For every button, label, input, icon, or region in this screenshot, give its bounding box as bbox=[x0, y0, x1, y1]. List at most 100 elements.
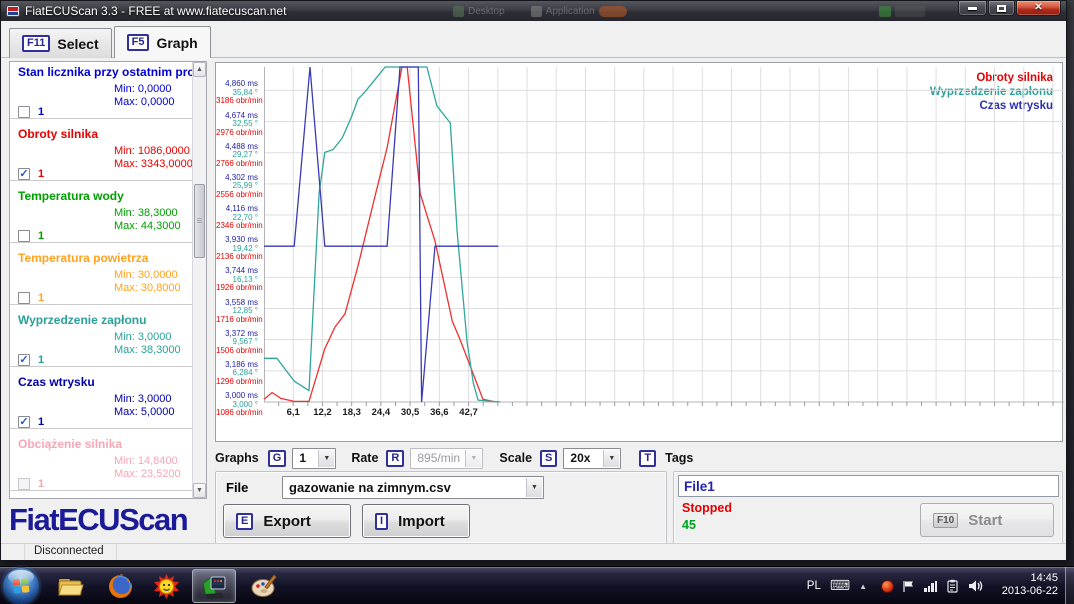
keyboard-layout-icon[interactable]: ⌨ bbox=[830, 578, 850, 594]
y-tick-label-obrmin: 2136 obr/min bbox=[216, 253, 258, 262]
y-axis-tick-group: 3,930 ms19,42 °2136 obr/min bbox=[216, 236, 258, 262]
y-axis-tick-group: 4,674 ms32,55 °2976 obr/min bbox=[216, 112, 258, 138]
y-tick-label-obrmin: 2556 obr/min bbox=[216, 191, 258, 200]
start-button-orb[interactable] bbox=[3, 568, 39, 604]
language-indicator[interactable]: PL bbox=[807, 580, 821, 592]
rate-select[interactable]: 895/min▼ bbox=[410, 448, 483, 469]
graph-controls: Graphs G 1▼ Rate R 895/min▼ Scale S 20x▼… bbox=[215, 445, 1065, 471]
close-button[interactable]: ✕ bbox=[1016, 1, 1061, 16]
taskbar-item-firefox[interactable] bbox=[98, 569, 142, 603]
start-key-badge: F10 bbox=[933, 513, 958, 528]
rate-label: Rate bbox=[351, 451, 378, 465]
graphs-select[interactable]: 1▼ bbox=[292, 448, 336, 469]
parameter-title: Stan licznika przy ostatnim prc bbox=[18, 65, 194, 79]
import-button[interactable]: I Import bbox=[362, 504, 470, 538]
connection-status: Disconnected bbox=[25, 544, 117, 560]
parameter-min: Min: 0,0000 bbox=[114, 83, 171, 95]
parameter-checkbox[interactable]: ✓ bbox=[18, 354, 30, 366]
parameter-checkbox[interactable] bbox=[18, 292, 30, 304]
volume-icon[interactable] bbox=[968, 579, 984, 593]
scrollbar-thumb[interactable] bbox=[194, 184, 205, 258]
parameter-checkbox[interactable]: ✓ bbox=[18, 416, 30, 428]
parameter-max: Max: 23,5200 bbox=[114, 468, 181, 480]
y-tick-label-obrmin: 2346 obr/min bbox=[216, 222, 258, 231]
parameter-title: Temperatura wody bbox=[18, 189, 124, 203]
window-title: FiatECUScan 3.3 - FREE at www.fiatecusca… bbox=[25, 4, 286, 18]
app-logo: FiatECUScan bbox=[9, 502, 187, 538]
tab-select[interactable]: F11Select bbox=[9, 28, 112, 58]
parameter-panel: Stan licznika przy ostatnim prc Min: 0,00… bbox=[10, 62, 194, 119]
parameter-panel: Czas wtryskuMin: 3,0000Max: 5,0000✓1 bbox=[10, 372, 194, 429]
action-center-flag-icon[interactable] bbox=[902, 580, 915, 593]
notification-tray-icon[interactable] bbox=[882, 581, 893, 592]
network-signal-icon[interactable] bbox=[924, 581, 937, 592]
tags-label: Tags bbox=[665, 451, 693, 465]
sidebar-scrollbar[interactable]: ▲ ▼ bbox=[192, 62, 206, 498]
background-window-fragment: Desktop Application bbox=[453, 4, 627, 18]
show-desktop-button[interactable] bbox=[1065, 567, 1074, 604]
scale-select[interactable]: 20x▼ bbox=[563, 448, 621, 469]
record-name-input[interactable] bbox=[678, 475, 1059, 497]
y-tick-label-obrmin: 1086 obr/min bbox=[216, 409, 258, 418]
export-button[interactable]: E Export bbox=[223, 504, 351, 538]
graphs-label: Graphs bbox=[215, 451, 259, 465]
y-axis-tick-group: 3,186 ms6,284 °1296 obr/min bbox=[216, 361, 258, 387]
tab-bar: F11SelectF5Graph bbox=[9, 26, 213, 58]
parameter-min: Min: 3,0000 bbox=[114, 393, 171, 405]
scale-key-badge: S bbox=[540, 450, 557, 467]
checkbox-label: 1 bbox=[38, 478, 44, 490]
y-axis-tick-group: 4,860 ms35,84 °3186 obr/min bbox=[216, 80, 258, 106]
parameter-list: Stan licznika przy ostatnim prc Min: 0,00… bbox=[10, 62, 194, 498]
taskbar-item-fiatecuscan[interactable] bbox=[192, 569, 236, 603]
y-axis-tick-group: 4,116 ms22,70 °2346 obr/min bbox=[216, 205, 258, 231]
status-cell-empty bbox=[1, 544, 25, 560]
y-axis-tick-group: 3,372 ms9,567 °1506 obr/min bbox=[216, 330, 258, 356]
parameter-panel: Temperatura wodyMin: 38,3000Max: 44,3000… bbox=[10, 186, 194, 243]
scroll-down-icon[interactable]: ▼ bbox=[193, 483, 206, 498]
maximize-button[interactable] bbox=[988, 1, 1015, 16]
y-axis-labels: 4,860 ms35,84 °3186 obr/min 4,674 ms32,55… bbox=[216, 66, 261, 411]
scroll-up-icon[interactable]: ▲ bbox=[193, 62, 206, 77]
checkbox-label: 1 bbox=[38, 354, 44, 366]
import-key-badge: I bbox=[375, 513, 388, 530]
parameter-panel: Obciążenie silnikaMin: 14,8400Max: 23,52… bbox=[10, 434, 194, 491]
parameter-max: Max: 44,3000 bbox=[114, 220, 181, 232]
clock-time: 14:45 bbox=[1002, 572, 1058, 585]
series-obroty-silnika bbox=[264, 67, 493, 401]
updates-tray-icon[interactable] bbox=[946, 579, 959, 593]
taskbar-item-explorer[interactable] bbox=[48, 569, 92, 603]
export-key-badge: E bbox=[236, 513, 253, 530]
titlebar: FiatECUScan 3.3 - FREE at www.fiatecusca… bbox=[1, 1, 1066, 21]
taskbar-item-paint[interactable] bbox=[242, 569, 286, 603]
file-label: File bbox=[226, 480, 248, 495]
minimize-button[interactable] bbox=[958, 1, 987, 16]
chevron-down-icon: ▼ bbox=[318, 450, 334, 467]
y-axis-tick-group: 3,744 ms16,13 °1926 obr/min bbox=[216, 267, 258, 293]
parameter-max: Max: 5,0000 bbox=[114, 406, 175, 418]
y-axis-tick-group: 4,488 ms29,27 °2766 obr/min bbox=[216, 143, 258, 169]
hidden-icons-chevron-icon[interactable]: ▲ bbox=[859, 582, 867, 591]
parameter-max: Max: 3343,0000 bbox=[114, 158, 193, 170]
parameter-checkbox[interactable]: ✓ bbox=[18, 168, 30, 180]
graphs-key-badge: G bbox=[268, 450, 287, 467]
background-window-fragment-2 bbox=[879, 4, 925, 18]
firefox-icon bbox=[107, 573, 134, 600]
file-select[interactable]: gazowanie na zimnym.csv▼ bbox=[282, 476, 544, 499]
taskbar-item-diagnostic[interactable] bbox=[144, 569, 188, 603]
tab-graph[interactable]: F5Graph bbox=[114, 26, 211, 58]
parameter-min: Min: 3,0000 bbox=[114, 331, 171, 343]
parameter-panel: Obroty silnikaMin: 1086,0000Max: 3343,00… bbox=[10, 124, 194, 181]
parameter-checkbox[interactable] bbox=[18, 106, 30, 118]
start-button[interactable]: F10 Start bbox=[920, 503, 1054, 537]
parameter-checkbox[interactable] bbox=[18, 478, 30, 490]
checkbox-label: 1 bbox=[38, 230, 44, 242]
y-tick-label-obrmin: 1296 obr/min bbox=[216, 378, 258, 387]
parameter-max: Max: 30,8000 bbox=[114, 282, 181, 294]
parameter-title: Obroty silnika bbox=[18, 127, 98, 141]
y-tick-label-obrmin: 2976 obr/min bbox=[216, 129, 258, 138]
taskbar-clock[interactable]: 14:45 2013-06-22 bbox=[1002, 572, 1058, 598]
chart-area: 4,860 ms35,84 °3186 obr/min 4,674 ms32,55… bbox=[215, 62, 1063, 442]
y-tick-label-obrmin: 1506 obr/min bbox=[216, 347, 258, 356]
window-controls: ✕ bbox=[957, 1, 1061, 16]
parameter-checkbox[interactable] bbox=[18, 230, 30, 242]
